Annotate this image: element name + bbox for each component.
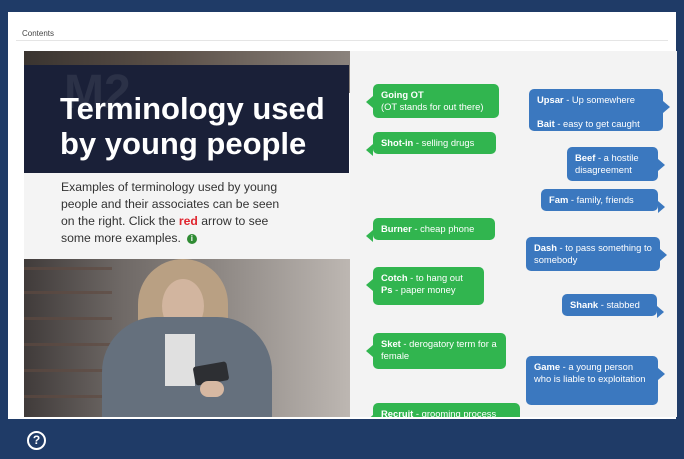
term-name: Upsar [537, 94, 564, 105]
term-definition: - paper money [395, 284, 456, 295]
hand-image [200, 381, 224, 397]
term-bubble-shank: Shank - stabbed [562, 294, 664, 318]
person-shirt [165, 334, 195, 386]
term-definition: (OT stands for out there) [381, 101, 484, 112]
term-definition: - easy to get caught [557, 118, 640, 129]
left-panel: M2 Terminology used by young people Exam… [24, 51, 350, 417]
question-mark-icon[interactable]: ? [27, 431, 46, 450]
term-name: Burner [381, 223, 412, 234]
photo-step [24, 291, 112, 294]
terms-panel: Going OT (OT stands for out there) Shot-… [350, 51, 677, 417]
term-name: Recruit [381, 408, 414, 417]
term-definition: - grooming process [415, 408, 497, 417]
photo-step [24, 369, 112, 372]
content-window: Contents M2 Terminology used by young pe… [8, 12, 677, 419]
photo-step [24, 317, 112, 320]
intro-text: Examples of terminology used by young pe… [61, 179, 293, 247]
term-bubble-beef: Beef - a hostile disagreement [567, 147, 665, 181]
young-person-photo [24, 259, 350, 417]
term-name: Fam [549, 194, 569, 205]
photo-step [24, 267, 112, 270]
term-definition: - stabbed [600, 299, 640, 310]
info-icon[interactable]: i [186, 233, 197, 244]
term-definition: - to hang out [410, 272, 463, 283]
header-divider [16, 40, 668, 41]
term-definition: - selling drugs [415, 137, 475, 148]
photo-step [24, 395, 112, 398]
term-bubble-shot-in: Shot-in - selling drugs [366, 132, 496, 156]
term-name: Game [534, 361, 561, 372]
term-name: Cotch [381, 272, 408, 283]
term-bubble-dash: Dash - to pass something to somebody [526, 237, 667, 271]
photo-step [24, 343, 112, 346]
term-bubble-game: Game - a young person who is liable to e… [526, 356, 665, 405]
term-bubble-recruit: Recruit - grooming process [366, 403, 520, 417]
term-name: Dash [534, 242, 557, 253]
contents-label: Contents [22, 29, 55, 38]
intro-red-word: red [178, 214, 198, 228]
intro-panel: Examples of terminology used by young pe… [24, 173, 350, 349]
term-name: Beef [575, 152, 596, 163]
term-name: Ps [381, 284, 393, 295]
title-box: M2 Terminology used by young people [24, 65, 349, 173]
term-name: Sket [381, 338, 401, 349]
term-name: Going OT [381, 89, 424, 100]
term-bubble-burner: Burner - cheap phone [366, 218, 495, 242]
term-name: Shank [570, 299, 599, 310]
term-definition: - cheap phone [414, 223, 475, 234]
term-bubble-upsar-bait: Upsar - Up somewhere Bait - easy to get … [529, 89, 670, 131]
page-title: Terminology used by young people [60, 91, 325, 161]
term-definition: - family, friends [570, 194, 634, 205]
term-bubble-fam: Fam - family, friends [541, 189, 665, 213]
term-name: Bait [537, 118, 555, 129]
term-bubble-going-ot: Going OT (OT stands for out there) [366, 84, 499, 118]
term-definition: - Up somewhere [566, 94, 635, 105]
term-bubble-cotch-ps: Cotch - to hang out Ps - paper money [366, 267, 484, 305]
term-name: Shot-in [381, 137, 414, 148]
bottom-navigation-bar: ? [15, 425, 669, 456]
term-bubble-sket: Sket - derogatory term for a female [366, 333, 506, 369]
